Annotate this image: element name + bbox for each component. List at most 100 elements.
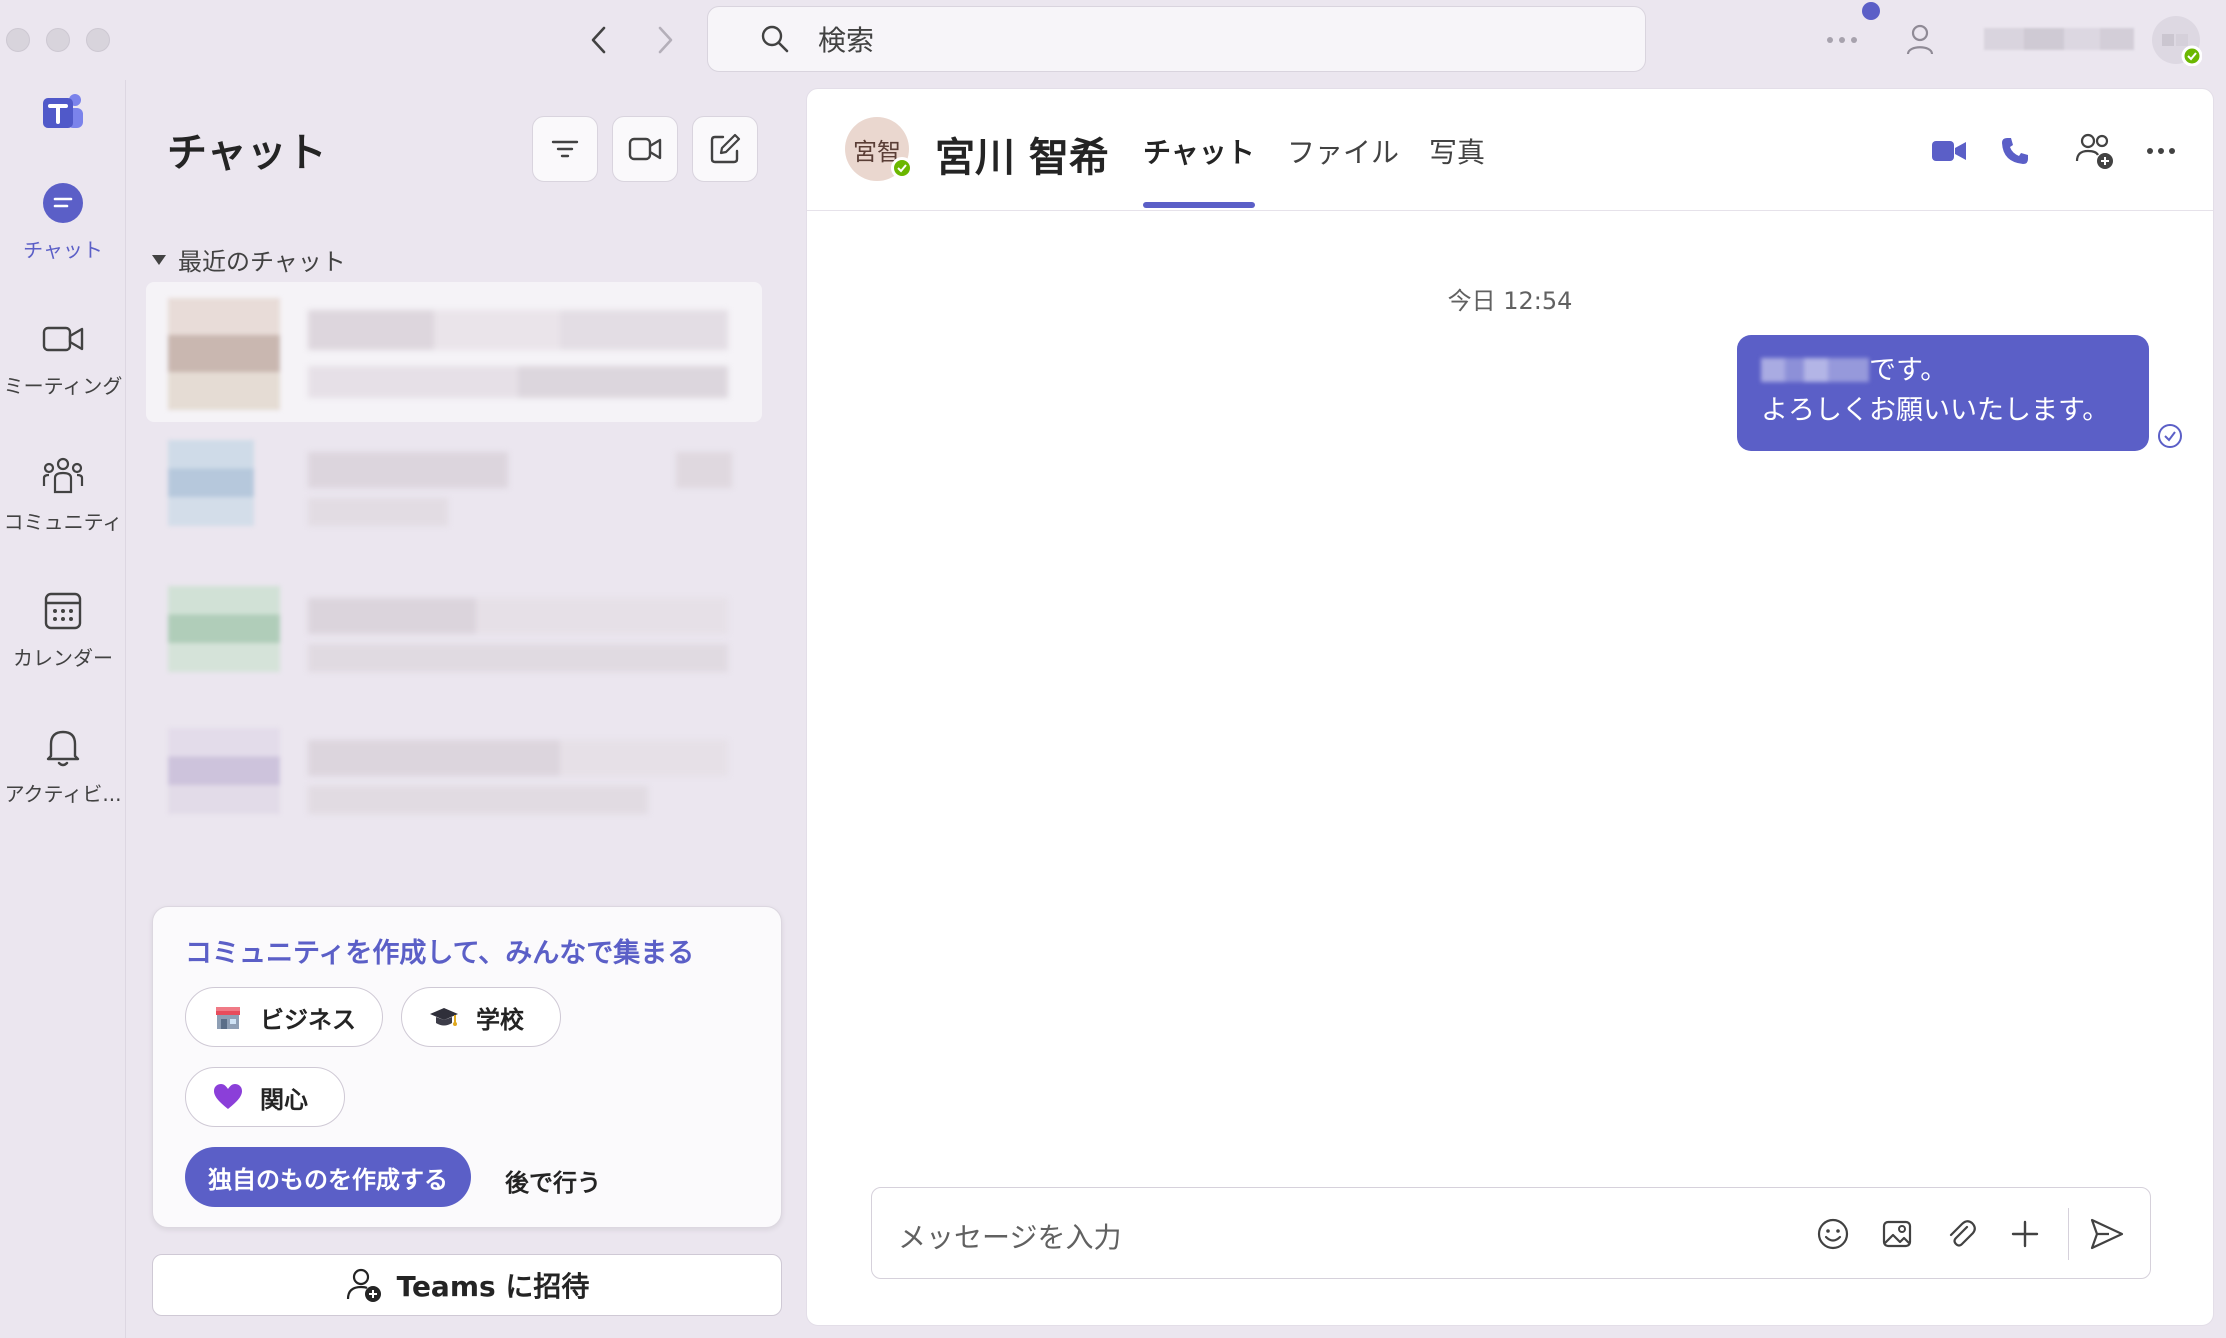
window-close-button[interactable] bbox=[6, 28, 30, 52]
community-pill-school[interactable]: 学校 bbox=[401, 987, 561, 1047]
redacted-name bbox=[308, 310, 728, 350]
rail-item-activity[interactable]: アクティビ... bbox=[0, 724, 126, 807]
more-horizontal-icon bbox=[1827, 37, 1857, 43]
search-placeholder: 検索 bbox=[818, 24, 875, 57]
title-bar: 検索 bbox=[0, 0, 2226, 80]
recent-chats-header[interactable]: 最近のチャット bbox=[152, 242, 346, 277]
tab-photos[interactable]: 写真 bbox=[1429, 131, 1485, 171]
redacted-name bbox=[308, 452, 508, 488]
rail-item-label: コミュニティ bbox=[3, 510, 123, 534]
rail-item-calendar[interactable]: カレンダー bbox=[0, 588, 126, 671]
window-minimize-button[interactable] bbox=[46, 28, 70, 52]
contact-name: 宮川 智希 bbox=[935, 135, 1109, 181]
window-zoom-button[interactable] bbox=[86, 28, 110, 52]
meet-now-button[interactable] bbox=[612, 116, 678, 182]
video-call-icon bbox=[1932, 141, 1966, 161]
rail-item-label: カレンダー bbox=[13, 646, 113, 670]
message-line-1-text: です。 bbox=[1869, 355, 1948, 386]
rail-item-chat[interactable]: チャット bbox=[0, 180, 126, 263]
composer-divider bbox=[2068, 1208, 2069, 1260]
conversation-more-button[interactable] bbox=[2139, 129, 2183, 173]
redacted-name bbox=[308, 598, 728, 634]
rail-item-label: アクティビ... bbox=[4, 782, 122, 806]
filter-icon bbox=[551, 140, 579, 158]
check-icon bbox=[897, 164, 907, 173]
composer-placeholder: メッセージを入力 bbox=[898, 1221, 1122, 1254]
heart-icon bbox=[212, 1081, 244, 1113]
create-own-button[interactable]: 独自のものを作成する bbox=[185, 1147, 471, 1207]
sent-message-bubble[interactable]: です。 よろしくお願いいたします。 bbox=[1737, 335, 2149, 451]
image-button[interactable] bbox=[1878, 1215, 1916, 1253]
person-bell-icon bbox=[1906, 24, 1934, 55]
teams-logo-icon bbox=[43, 94, 83, 128]
people-activity-button[interactable] bbox=[1898, 18, 1942, 62]
chevron-left-icon bbox=[591, 26, 606, 54]
invite-label: Teams に招待 bbox=[396, 1270, 590, 1303]
compose-icon bbox=[710, 133, 741, 164]
redacted-preview bbox=[308, 498, 448, 526]
send-button[interactable] bbox=[2088, 1215, 2126, 1253]
community-card-title: コミュニティを作成して、みんなで集まる bbox=[185, 938, 695, 969]
add-people-button[interactable] bbox=[2071, 129, 2119, 173]
chat-icon bbox=[43, 183, 83, 223]
message-line-1: です。 bbox=[1761, 351, 2125, 391]
rail-item-meetings[interactable]: ミーティング bbox=[0, 316, 126, 399]
do-later-button[interactable]: 後で行う bbox=[505, 1163, 601, 1198]
image-icon bbox=[1882, 1220, 1912, 1248]
filter-button[interactable] bbox=[532, 116, 598, 182]
message-composer[interactable]: メッセージを入力 bbox=[871, 1187, 2151, 1279]
redacted-preview bbox=[308, 366, 728, 398]
more-horizontal-icon bbox=[2147, 148, 2175, 154]
more-actions-button[interactable] bbox=[2006, 1215, 2044, 1253]
search-box[interactable]: 検索 bbox=[707, 6, 1646, 72]
conversation-pane: 宮智 宮川 智希 チャット ファイル 写真 今日 12:54 です。 よろしくお… bbox=[806, 88, 2214, 1326]
create-community-card: コミュニティを作成して、みんなで集まる ビジネス 学校 関心 独自のものを作成す… bbox=[152, 906, 782, 1228]
graduation-cap-icon bbox=[428, 1001, 460, 1033]
tab-files[interactable]: ファイル bbox=[1287, 131, 1399, 171]
video-call-button[interactable] bbox=[1927, 129, 1971, 173]
community-icon bbox=[42, 457, 84, 494]
avatar bbox=[168, 728, 280, 814]
attach-file-button[interactable] bbox=[1942, 1215, 1980, 1253]
rail-item-community[interactable]: コミュニティ bbox=[0, 452, 126, 535]
chat-list-title: チャット bbox=[167, 130, 327, 176]
message-line-2: よろしくお願いいたします。 bbox=[1761, 395, 2110, 426]
redacted-name bbox=[308, 740, 728, 776]
chevron-right-icon bbox=[658, 26, 673, 54]
teams-logo bbox=[0, 88, 126, 136]
pill-label: 学校 bbox=[476, 1005, 524, 1034]
forward-button[interactable] bbox=[643, 18, 687, 62]
chat-list-item[interactable] bbox=[146, 424, 762, 564]
redacted-time bbox=[676, 452, 732, 488]
store-icon bbox=[212, 1001, 244, 1033]
presence-available-badge bbox=[891, 157, 913, 179]
audio-call-button[interactable] bbox=[1993, 129, 2037, 173]
pill-label: ビジネス bbox=[260, 1005, 356, 1034]
community-pill-business[interactable]: ビジネス bbox=[185, 987, 383, 1047]
invite-to-teams-button[interactable]: Teams に招待 bbox=[152, 1254, 782, 1316]
rail-item-label: チャット bbox=[23, 238, 103, 262]
more-options-button[interactable] bbox=[1822, 24, 1862, 56]
redacted-name bbox=[1761, 358, 1869, 382]
plus-icon bbox=[2011, 1220, 2039, 1248]
dot-icon bbox=[1862, 2, 1880, 20]
emoji-icon bbox=[1817, 1218, 1849, 1250]
active-tab-indicator bbox=[1143, 202, 1255, 208]
chat-list-item[interactable] bbox=[146, 566, 762, 706]
video-icon bbox=[42, 326, 84, 352]
video-icon bbox=[628, 137, 662, 161]
avatar bbox=[168, 440, 254, 526]
emoji-button[interactable] bbox=[1814, 1215, 1852, 1253]
chat-list-item[interactable] bbox=[146, 282, 762, 422]
send-icon bbox=[2090, 1218, 2124, 1250]
tab-chat[interactable]: チャット bbox=[1143, 131, 1255, 171]
back-button[interactable] bbox=[577, 18, 621, 62]
chat-list-item[interactable] bbox=[146, 708, 762, 848]
account-avatar-button[interactable] bbox=[2150, 14, 2202, 66]
avatar bbox=[168, 586, 280, 672]
sent-check-icon bbox=[2158, 424, 2182, 448]
community-pill-interest[interactable]: 関心 bbox=[185, 1067, 345, 1127]
new-chat-button[interactable] bbox=[692, 116, 758, 182]
phone-icon bbox=[2002, 138, 2028, 164]
redacted-block-icon bbox=[1984, 28, 2134, 50]
